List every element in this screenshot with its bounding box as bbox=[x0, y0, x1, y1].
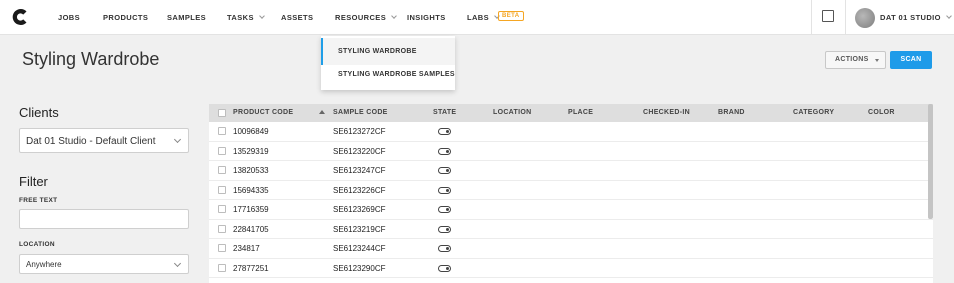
table-row[interactable]: 234817 SE6123244CF bbox=[209, 239, 933, 259]
user-name-label: DAT 01 STUDIO bbox=[880, 13, 941, 22]
nav-products[interactable]: PRODUCTS bbox=[103, 13, 148, 22]
state-toggle-icon[interactable] bbox=[438, 225, 451, 233]
row-checkbox[interactable] bbox=[218, 185, 226, 194]
product-code-cell: 22841705 bbox=[233, 224, 269, 234]
top-navigation-bar: JOBS PRODUCTS SAMPLES TASKS ASSETS RESOU… bbox=[0, 0, 954, 35]
caret-down-icon bbox=[875, 59, 879, 62]
sample-code-cell: SE6123226CF bbox=[333, 185, 386, 195]
location-select-value: Anywhere bbox=[26, 260, 62, 269]
nav-samples[interactable]: SAMPLES bbox=[167, 13, 206, 22]
row-checkbox[interactable] bbox=[218, 244, 226, 252]
nav-resources[interactable]: RESOURCES bbox=[335, 13, 397, 22]
table-row[interactable]: 13529319 SE6123220CF bbox=[209, 142, 933, 161]
row-checkbox[interactable] bbox=[218, 224, 226, 233]
product-code-cell: 234817 bbox=[233, 244, 260, 253]
nav-resources-label: RESOURCES bbox=[335, 13, 387, 22]
state-toggle-icon[interactable] bbox=[438, 186, 451, 194]
client-select[interactable]: Dat 01 Studio - Default Client bbox=[19, 128, 189, 153]
table-row[interactable]: 10096849 SE6123272CF bbox=[209, 122, 933, 142]
actions-button[interactable]: ACTIONS bbox=[825, 51, 886, 69]
column-header-checked-in[interactable]: CHECKED-IN bbox=[643, 109, 690, 116]
table-row[interactable]: 13820533 SE6123247CF bbox=[209, 161, 933, 181]
location-select[interactable]: Anywhere bbox=[19, 254, 189, 274]
product-code-cell: 27877251 bbox=[233, 263, 269, 273]
state-toggle-icon[interactable] bbox=[438, 245, 451, 252]
chevron-down-icon bbox=[946, 13, 952, 19]
message-box-icon[interactable] bbox=[822, 10, 834, 22]
free-text-label: FREE TEXT bbox=[19, 197, 58, 204]
sample-code-cell: SE6123269CF bbox=[333, 205, 386, 214]
column-header-sample-code[interactable]: SAMPLE CODE bbox=[333, 109, 388, 116]
user-menu[interactable]: DAT 01 STUDIO bbox=[880, 13, 952, 22]
nav-divider bbox=[845, 0, 846, 35]
state-toggle-icon[interactable] bbox=[438, 147, 451, 155]
c-logo-icon[interactable] bbox=[11, 7, 31, 27]
scan-button[interactable]: SCAN bbox=[890, 51, 932, 69]
column-header-product-code[interactable]: PRODUCT CODE bbox=[233, 109, 293, 116]
page-title: Styling Wardrobe bbox=[22, 49, 160, 69]
select-all-checkbox[interactable] bbox=[218, 109, 226, 117]
row-checkbox[interactable] bbox=[218, 263, 226, 272]
nav-jobs[interactable]: JOBS bbox=[58, 13, 80, 22]
product-code-cell: 10096849 bbox=[233, 127, 269, 136]
avatar[interactable] bbox=[855, 8, 875, 28]
beta-badge: BETA bbox=[498, 11, 524, 21]
nav-labs-label: LABS bbox=[467, 13, 490, 22]
state-toggle-icon[interactable] bbox=[438, 206, 451, 213]
sample-code-cell: SE6123219CF bbox=[333, 224, 386, 234]
column-header-color[interactable]: COLOR bbox=[868, 109, 895, 116]
product-code-cell: 15694335 bbox=[233, 185, 269, 195]
table-row[interactable]: 22841705 SE6123219CF bbox=[209, 220, 933, 239]
chevron-down-icon bbox=[259, 13, 265, 19]
table-row[interactable]: 15694335 SE6123226CF bbox=[209, 181, 933, 200]
state-toggle-icon[interactable] bbox=[438, 167, 451, 174]
chevron-down-icon bbox=[173, 259, 182, 268]
nav-insights[interactable]: INSIGHTS bbox=[407, 13, 446, 22]
row-checkbox[interactable] bbox=[218, 146, 226, 155]
product-code-cell: 17716359 bbox=[233, 205, 269, 214]
nav-tasks-label: TASKS bbox=[227, 13, 254, 22]
nav-divider bbox=[811, 0, 812, 35]
chevron-down-icon bbox=[173, 135, 182, 144]
row-checkbox[interactable] bbox=[218, 205, 226, 213]
row-checkbox[interactable] bbox=[218, 127, 226, 135]
column-header-place[interactable]: PLACE bbox=[568, 109, 593, 116]
table-scrollbar[interactable] bbox=[928, 104, 933, 219]
table-row[interactable]: 17716359 SE6123269CF bbox=[209, 200, 933, 220]
sample-code-cell: SE6123272CF bbox=[333, 127, 386, 136]
chevron-down-icon bbox=[391, 13, 397, 19]
row-checkbox[interactable] bbox=[218, 166, 226, 174]
sample-code-cell: SE6123220CF bbox=[333, 146, 386, 156]
resources-dropdown-menu: STYLING WARDROBE STYLING WARDROBE SAMPLE… bbox=[321, 36, 455, 90]
free-text-input[interactable] bbox=[19, 209, 189, 229]
product-code-cell: 13529319 bbox=[233, 146, 269, 156]
sample-code-cell: SE6123290CF bbox=[333, 263, 386, 273]
client-select-value: Dat 01 Studio - Default Client bbox=[26, 136, 156, 147]
nav-assets[interactable]: ASSETS bbox=[281, 13, 313, 22]
sample-code-cell: SE6123247CF bbox=[333, 166, 386, 175]
actions-button-label: ACTIONS bbox=[835, 56, 869, 63]
column-header-state[interactable]: STATE bbox=[433, 109, 456, 116]
wardrobe-table: PRODUCT CODE SAMPLE CODE STATE LOCATION … bbox=[209, 104, 933, 283]
clients-heading: Clients bbox=[19, 105, 59, 120]
filter-heading: Filter bbox=[19, 174, 48, 189]
column-header-location[interactable]: LOCATION bbox=[493, 109, 531, 116]
sort-ascending-icon[interactable] bbox=[319, 110, 325, 114]
nav-tasks[interactable]: TASKS bbox=[227, 13, 265, 22]
column-header-category[interactable]: CATEGORY bbox=[793, 109, 834, 116]
table-row[interactable]: 27877251 SE6123290CF bbox=[209, 259, 933, 278]
menu-item-styling-wardrobe-samples[interactable]: STYLING WARDROBE SAMPLES bbox=[321, 61, 455, 88]
state-toggle-icon[interactable] bbox=[438, 128, 451, 135]
table-header: PRODUCT CODE SAMPLE CODE STATE LOCATION … bbox=[209, 104, 933, 122]
column-header-brand[interactable]: BRAND bbox=[718, 109, 745, 116]
nav-labs[interactable]: LABS bbox=[467, 13, 500, 22]
product-code-cell: 13820533 bbox=[233, 166, 269, 175]
state-toggle-icon[interactable] bbox=[438, 264, 451, 272]
location-label: LOCATION bbox=[19, 241, 55, 248]
sample-code-cell: SE6123244CF bbox=[333, 244, 386, 253]
